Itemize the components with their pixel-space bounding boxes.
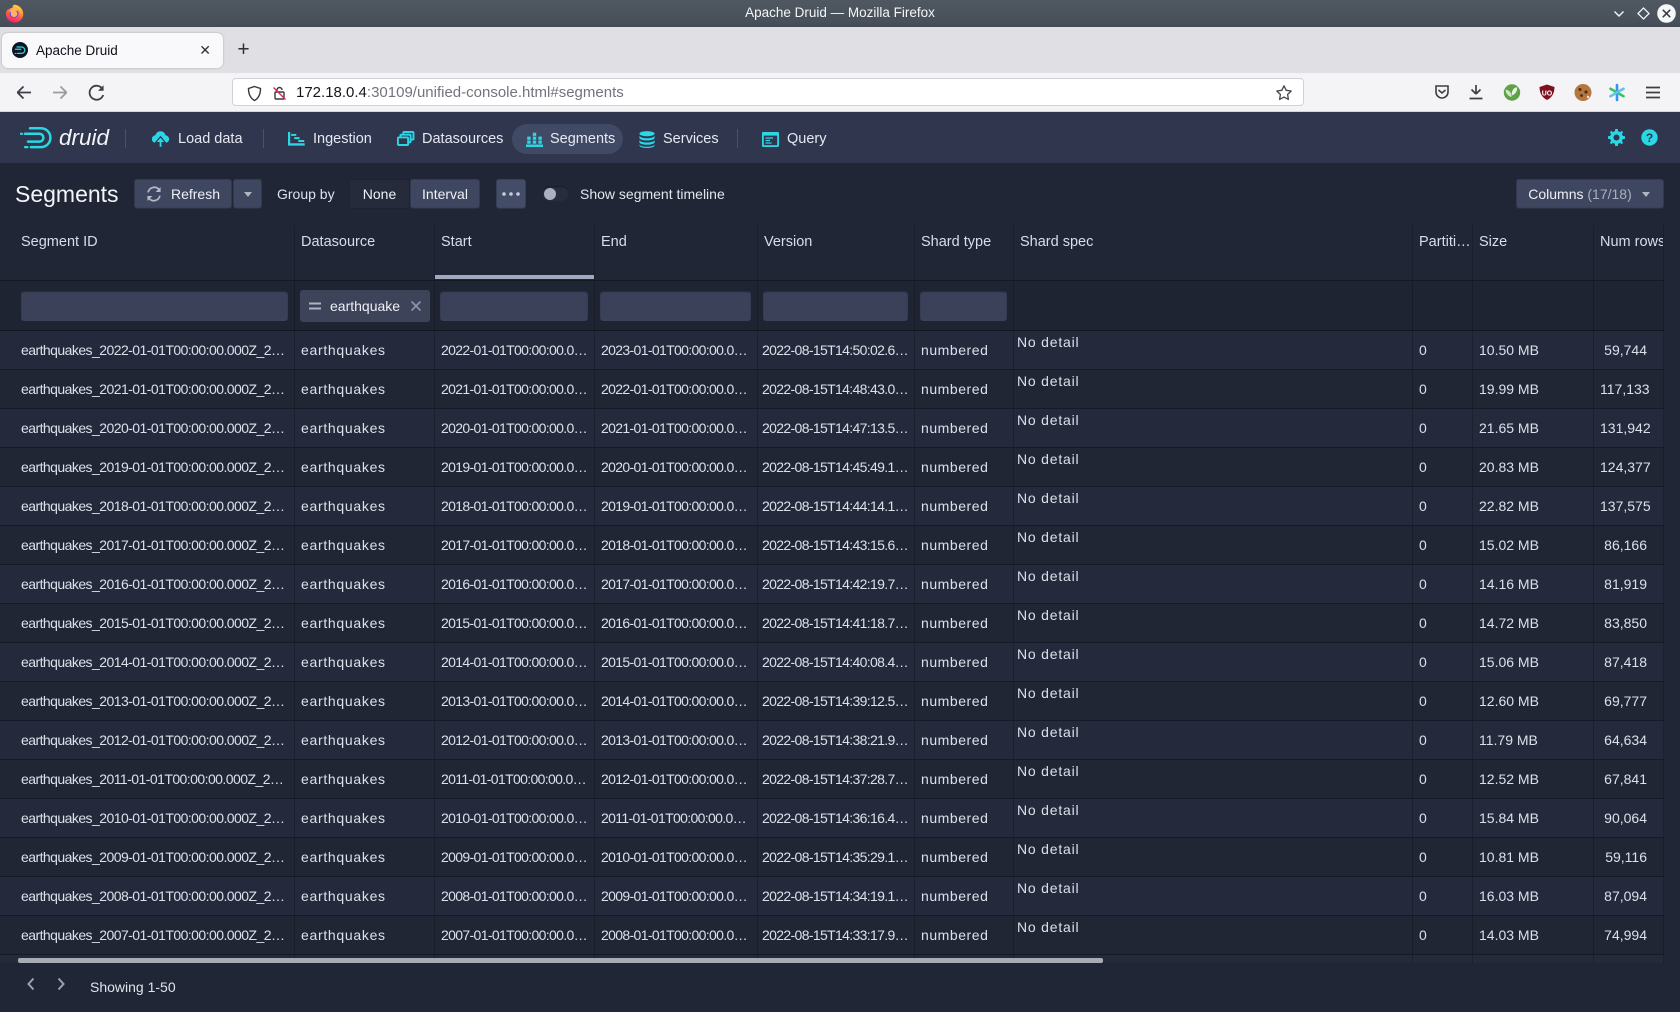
svg-text:UO: UO <box>1542 91 1553 98</box>
svg-text:?: ? <box>1646 131 1653 145</box>
